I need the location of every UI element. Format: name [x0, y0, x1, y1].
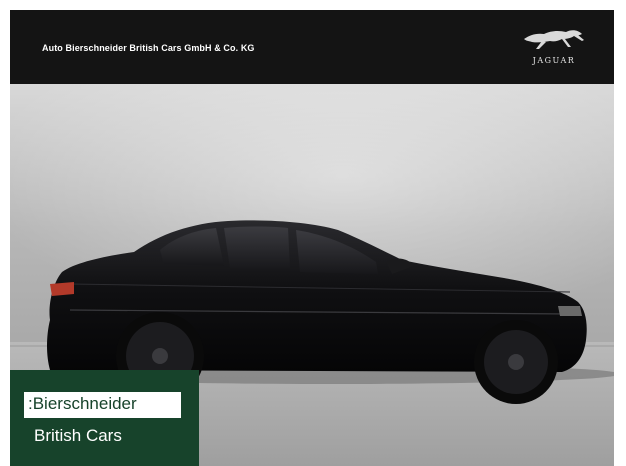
dealer-name: Auto Bierschneider British Cars GmbH & C… [42, 43, 255, 53]
jaguar-logo: JAGUAR [512, 25, 596, 71]
badge-box: :Bierschneider [24, 392, 181, 418]
brand-wordmark: JAGUAR [532, 56, 576, 65]
badge-line1: :Bierschneider [28, 394, 137, 413]
badge-line2: British Cars [34, 426, 122, 445]
leaping-jaguar-icon [524, 30, 584, 49]
car-window-front-left [224, 226, 290, 270]
dealer-badge: :Bierschneider British Cars [10, 370, 199, 466]
ad-banner: Auto Bierschneider British Cars GmbH & C… [10, 10, 614, 466]
header-bar: Auto Bierschneider British Cars GmbH & C… [10, 10, 614, 84]
